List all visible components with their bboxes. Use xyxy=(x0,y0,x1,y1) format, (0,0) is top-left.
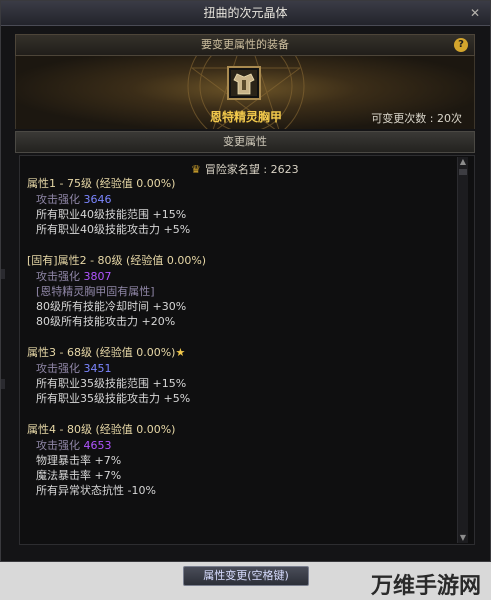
attribute-line: 攻击强化 4653 xyxy=(27,438,457,453)
attribute-line: 魔法暴击率 +7% xyxy=(27,468,457,483)
attribute-list: 属性1 - 75级 (经验值 0.00%) 攻击强化 3646 所有职业40级技能范… xyxy=(27,176,457,514)
equip-name: 恩特精灵胸甲 xyxy=(209,110,282,124)
attribute-line: 所有职业35级技能攻击力 +5% xyxy=(27,391,457,406)
equip-display: 恩特精灵胸甲 可变更次数 : 20次 xyxy=(15,56,475,129)
equip-section-header: 要变更属性的装备 ? xyxy=(15,34,475,56)
scrollbar[interactable]: ▲ ▼ xyxy=(457,157,468,543)
change-attribute-button[interactable]: 属性变更(空格键) xyxy=(183,566,309,586)
attribute-line: 攻击强化 3807 xyxy=(27,269,457,284)
star-icon: ★ xyxy=(175,346,186,359)
side-notch xyxy=(1,379,5,389)
attribute-effect: 所有职业40级技能范围 +15% xyxy=(36,208,187,221)
scroll-down-icon[interactable]: ▼ xyxy=(458,533,468,543)
attack-boost-value: 3807 xyxy=(83,270,112,283)
attribute-block: [固有]属性2 - 80级 (经验值 0.00%) 攻击强化 3807 [恩特精灵胸… xyxy=(27,253,457,329)
attribute-line: 攻击强化 3451 xyxy=(27,361,457,376)
attribute-block: 属性4 - 80级 (经验值 0.00%) 攻击强化 4653 物理暴击率 +7% 魔… xyxy=(27,422,457,498)
attribute-line: 所有职业35级技能范围 +15% xyxy=(27,376,457,391)
fame-label: 冒险家名望 : 2623 xyxy=(204,163,299,176)
attack-boost-label: 攻击强化 xyxy=(36,270,80,283)
adventurer-fame: ♛ 冒险家名望 : 2623 xyxy=(191,161,299,177)
attribute-title-text: 属性4 - 80级 (经验值 0.00%) xyxy=(27,423,176,436)
attribute-title: [固有]属性2 - 80级 (经验值 0.00%) xyxy=(27,253,457,269)
title-bar: 扭曲的次元晶体 ✕ xyxy=(1,1,490,26)
crystal-window: 扭曲的次元晶体 ✕ 要变更属性的装备 ? 恩特精灵胸甲 可变更次数 : 20次 … xyxy=(0,0,491,562)
attribute-title: 属性4 - 80级 (经验值 0.00%) xyxy=(27,422,457,438)
fame-icon: ♛ xyxy=(191,163,201,176)
attribute-line: [恩特精灵胸甲固有属性] xyxy=(27,284,457,299)
change-header-label: 变更属性 xyxy=(223,135,267,148)
chest-armor-icon xyxy=(231,70,257,96)
attribute-line: 所有职业40级技能范围 +15% xyxy=(27,207,457,222)
attack-boost-value: 4653 xyxy=(83,439,112,452)
attribute-line: 所有异常状态抗性 -10% xyxy=(27,483,457,498)
attack-boost-value: 3646 xyxy=(83,193,112,206)
attribute-effect: 所有异常状态抗性 -10% xyxy=(36,484,156,497)
change-section-header: 变更属性 xyxy=(15,131,475,153)
attribute-title-text: [固有]属性2 - 80级 (经验值 0.00%) xyxy=(27,254,207,267)
attribute-title: 属性1 - 75级 (经验值 0.00%) xyxy=(27,176,457,192)
attribute-line: 所有职业40级技能攻击力 +5% xyxy=(27,222,457,237)
attribute-block: 属性3 - 68级 (经验值 0.00%)★ 攻击强化 3451 所有职业35级技能… xyxy=(27,345,457,406)
attribute-line: 攻击强化 3646 xyxy=(27,192,457,207)
attribute-title-text: 属性1 - 75级 (经验值 0.00%) xyxy=(27,177,176,190)
attribute-title-text: 属性3 - 68级 (经验值 0.00%) xyxy=(27,346,176,359)
attribute-effect: 所有职业40级技能攻击力 +5% xyxy=(36,223,191,236)
attribute-effect: 魔法暴击率 +7% xyxy=(36,469,122,482)
attribute-effect: 物理暴击率 +7% xyxy=(36,454,122,467)
scroll-thumb[interactable] xyxy=(459,169,467,175)
change-count: 可变更次数 : 20次 xyxy=(371,112,462,125)
side-notch xyxy=(1,269,5,279)
attack-boost-value: 3451 xyxy=(83,362,112,375)
attack-boost-label: 攻击强化 xyxy=(36,362,80,375)
attack-boost-label: 攻击强化 xyxy=(36,439,80,452)
attribute-effect: 所有职业35级技能攻击力 +5% xyxy=(36,392,191,405)
scroll-up-icon[interactable]: ▲ xyxy=(458,157,468,167)
attribute-block: 属性1 - 75级 (经验值 0.00%) 攻击强化 3646 所有职业40级技能范… xyxy=(27,176,457,237)
attribute-effect: 80级所有技能冷却时间 +30% xyxy=(36,300,187,313)
attribute-title: 属性3 - 68级 (经验值 0.00%)★ xyxy=(27,345,457,361)
attribute-effect: 所有职业35级技能范围 +15% xyxy=(36,377,187,390)
attribute-effect: 80级所有技能攻击力 +20% xyxy=(36,315,176,328)
attribute-line: 80级所有技能冷却时间 +30% xyxy=(27,299,457,314)
attack-boost-label: 攻击强化 xyxy=(36,193,80,206)
attribute-line: 80级所有技能攻击力 +20% xyxy=(27,314,457,329)
window-title: 扭曲的次元晶体 xyxy=(203,6,288,20)
close-icon[interactable]: ✕ xyxy=(468,6,482,20)
equip-header-label: 要变更属性的装备 xyxy=(201,38,289,51)
help-icon[interactable]: ? xyxy=(454,38,468,52)
equip-slot[interactable] xyxy=(227,66,261,100)
attribute-effect: [恩特精灵胸甲固有属性] xyxy=(36,285,155,298)
watermark: 万维手游网 xyxy=(370,573,481,599)
attribute-line: 物理暴击率 +7% xyxy=(27,453,457,468)
